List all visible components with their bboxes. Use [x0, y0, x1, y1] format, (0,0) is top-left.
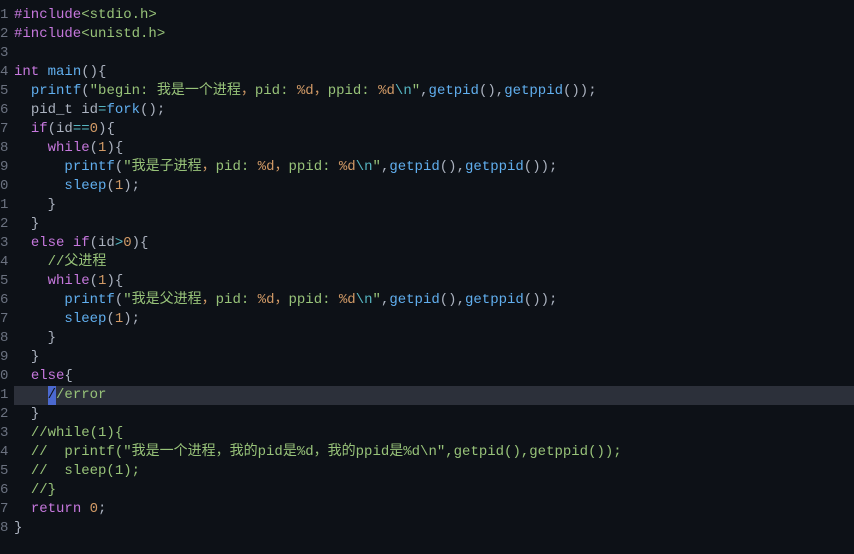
line-number: 7: [0, 310, 8, 329]
code-line: if(id==0){: [14, 120, 854, 139]
line-number: 6: [0, 291, 8, 310]
code-line: //父进程: [14, 253, 854, 272]
line-number: 0: [0, 177, 8, 196]
line-number: 3: [0, 44, 8, 63]
line-number: 4: [0, 253, 8, 272]
code-line: }: [14, 196, 854, 215]
cursor-icon: /: [48, 386, 56, 405]
line-number: 4: [0, 443, 8, 462]
line-number: 3: [0, 234, 8, 253]
code-line: while(1){: [14, 272, 854, 291]
code-line: #include<unistd.h>: [14, 25, 854, 44]
code-line: // printf("我是一个进程，我的pid是%d，我的ppid是%d\n",…: [14, 443, 854, 462]
line-number: 1: [0, 196, 8, 215]
line-number: 1: [0, 386, 8, 405]
line-number: 6: [0, 481, 8, 500]
code-line: [14, 44, 854, 63]
code-line-current: //error: [14, 386, 854, 405]
code-line: printf("我是父进程，pid: %d，ppid: %d\n",getpid…: [14, 291, 854, 310]
code-line: else{: [14, 367, 854, 386]
code-line: while(1){: [14, 139, 854, 158]
code-line: }: [14, 348, 854, 367]
line-number: 2: [0, 215, 8, 234]
line-number: 7: [0, 500, 8, 519]
code-line: sleep(1);: [14, 177, 854, 196]
line-number: 2: [0, 25, 8, 44]
line-number: 1: [0, 6, 8, 25]
line-number: 7: [0, 120, 8, 139]
code-line: }: [14, 329, 854, 348]
line-number-gutter: 1 2 3 4 5 6 7 8 9 0 1 2 3 4 5 6 7 8 9 0 …: [0, 0, 8, 554]
code-line: }: [14, 405, 854, 424]
code-line: }: [14, 519, 854, 538]
line-number: 5: [0, 82, 8, 101]
code-line: printf("我是子进程，pid: %d，ppid: %d\n",getpid…: [14, 158, 854, 177]
line-number: 2: [0, 405, 8, 424]
code-line: int main(){: [14, 63, 854, 82]
code-line: sleep(1);: [14, 310, 854, 329]
line-number: 0: [0, 367, 8, 386]
code-line: pid_t id=fork();: [14, 101, 854, 120]
line-number: 8: [0, 329, 8, 348]
line-number: 6: [0, 101, 8, 120]
line-number: 5: [0, 462, 8, 481]
line-number: 5: [0, 272, 8, 291]
line-number: 4: [0, 63, 8, 82]
code-line: // sleep(1);: [14, 462, 854, 481]
code-line: #include<stdio.h>: [14, 6, 854, 25]
code-area[interactable]: #include<stdio.h> #include<unistd.h> int…: [8, 0, 854, 554]
line-number: 9: [0, 348, 8, 367]
line-number: 3: [0, 424, 8, 443]
code-line: return 0;: [14, 500, 854, 519]
line-number: 9: [0, 158, 8, 177]
code-line: }: [14, 215, 854, 234]
line-number: 8: [0, 139, 8, 158]
code-line: else if(id>0){: [14, 234, 854, 253]
code-line: //}: [14, 481, 854, 500]
line-number: 8: [0, 519, 8, 538]
code-editor: 1 2 3 4 5 6 7 8 9 0 1 2 3 4 5 6 7 8 9 0 …: [0, 0, 854, 554]
code-line: //while(1){: [14, 424, 854, 443]
code-line: printf("begin: 我是一个进程，pid: %d，ppid: %d\n…: [14, 82, 854, 101]
